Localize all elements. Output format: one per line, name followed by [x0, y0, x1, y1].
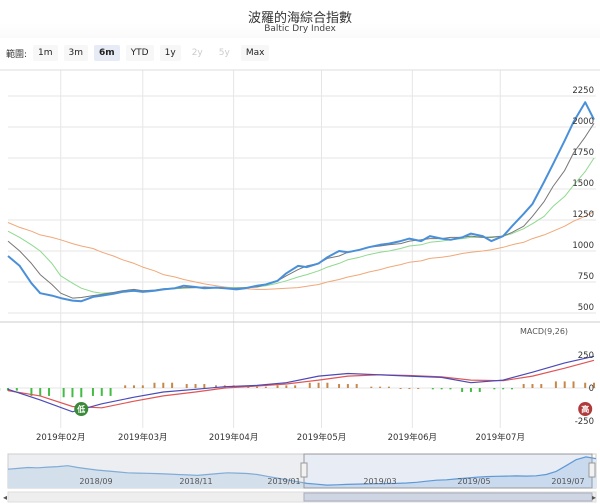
y-tick-label: 500: [578, 303, 594, 313]
ma_mid-series-line[interactable]: [7, 157, 595, 294]
x-tick-label: 2019年06月: [388, 432, 437, 443]
macd-histogram-bar: [478, 388, 481, 392]
macd-histogram-bar: [355, 384, 358, 388]
macd-histogram-bar: [540, 384, 543, 388]
navigator-tick-label: 2018/11: [179, 477, 212, 486]
y-tick-label: 750: [578, 272, 594, 282]
macd-histogram-bar: [440, 388, 443, 390]
macd-histogram-bar: [510, 388, 513, 390]
macd-histogram-bar: [62, 388, 65, 398]
marker-label: 高: [581, 404, 589, 414]
macd-histogram-bar: [256, 386, 259, 388]
macd-histogram-bar: [71, 388, 74, 398]
price-plot[interactable]: [7, 101, 595, 303]
navigator-tick-label: 2019/01: [267, 477, 300, 486]
y-tick-label: 1250: [572, 210, 594, 220]
navigator-tick-label: 2018/09: [79, 477, 112, 486]
macd-histogram-bar: [469, 388, 472, 392]
x-tick-label: 2019年03月: [118, 432, 167, 443]
high-marker[interactable]: 高: [578, 402, 593, 416]
macd-y-tick-label: 250: [578, 351, 594, 361]
macd-histogram-bar: [39, 388, 42, 396]
ma_long-series-line[interactable]: [7, 210, 595, 290]
macd-histogram-bar: [285, 385, 288, 388]
navigator-tick-label: 2019/03: [363, 477, 396, 486]
navigator-selection[interactable]: [303, 453, 593, 489]
macd-histogram-bar: [431, 388, 434, 390]
macd-histogram-bar: [338, 384, 341, 388]
macd-histogram-bar: [461, 388, 464, 392]
navigator-left-handle[interactable]: [300, 462, 308, 478]
y-tick-label: 2250: [572, 86, 594, 96]
macd-histogram-bar: [399, 388, 402, 389]
macd-histogram-bar: [408, 388, 411, 389]
macd-histogram-bar: [572, 381, 575, 388]
macd-histogram-bar: [91, 388, 94, 396]
macd-histogram-bar: [194, 384, 197, 388]
macd-histogram-bar: [132, 385, 135, 388]
chart-canvas: 低高 5007501000125015001750200022502019年02…: [0, 69, 600, 503]
macd-histogram-bar: [153, 382, 156, 388]
macd-histogram-bar: [346, 384, 349, 388]
scrollbar-thumb[interactable]: [303, 492, 593, 502]
navigator[interactable]: 2018/09 2018/11 2019/01 2019/03 2019/05 2019/…: [3, 453, 597, 503]
macd-histogram-bar: [141, 385, 144, 388]
macd-histogram-bar: [522, 384, 525, 388]
low-marker[interactable]: 低: [74, 402, 89, 416]
x-tick-label: 2019年07月: [476, 432, 525, 443]
macd-histogram-bar: [109, 388, 112, 396]
macd-histogram-bar: [294, 385, 297, 388]
macd-histogram-bar: [100, 388, 103, 396]
macd-histogram-bar: [203, 384, 206, 388]
macd-histogram-bar: [317, 382, 320, 388]
macd-series-line[interactable]: [7, 355, 595, 413]
scroll-left-arrow[interactable]: ◂: [3, 493, 7, 502]
macd-histogram-bar: [162, 382, 165, 388]
macd-histogram-bar: [387, 386, 390, 388]
marker-label: 低: [76, 404, 85, 414]
y-tick-label: 1500: [572, 179, 594, 189]
macd-histogram-bar: [15, 388, 18, 391]
macd-histogram-bar: [124, 385, 127, 388]
y-tick-label: 2000: [572, 117, 594, 127]
navigator-right-handle[interactable]: [588, 462, 596, 478]
macd-y-tick-label: -250: [575, 417, 594, 427]
macd-histogram-bar: [584, 382, 587, 388]
signal-series-line[interactable]: [7, 359, 595, 409]
macd-histogram-bar: [379, 386, 382, 388]
macd-histogram-bar: [80, 388, 83, 398]
macd-histogram-bar: [171, 382, 174, 388]
x-tick-label: 2019年04月: [209, 432, 258, 443]
macd-histogram-bar: [493, 388, 496, 390]
macd-histogram-bar: [276, 385, 279, 388]
grid: [0, 69, 600, 428]
macd-histogram-bar: [417, 388, 420, 389]
navigator-tick-label: 2019/07: [551, 477, 584, 486]
macd-histogram-bar: [264, 386, 267, 388]
macd-histogram-bar: [308, 382, 311, 388]
macd-histogram-bar: [554, 381, 557, 388]
macd-histogram-bar: [326, 382, 329, 388]
macd-histogram-bar: [449, 388, 452, 390]
ma_short-series-line[interactable]: [7, 123, 595, 299]
scroll-right-arrow[interactable]: ▸: [592, 493, 596, 502]
macd-plot[interactable]: 低高: [0, 355, 600, 416]
navigator-mask-left: [8, 454, 304, 488]
macd-histogram-bar: [563, 381, 566, 388]
macd-y-tick-label: 0: [589, 384, 594, 394]
macd-histogram-bar: [370, 386, 373, 388]
navigator-tick-label: 2019/05: [457, 477, 490, 486]
macd-histogram-bar: [185, 384, 188, 388]
x-tick-label: 2019年05月: [297, 432, 346, 443]
price-series-line[interactable]: [7, 101, 595, 303]
macd-label: MACD(9,26): [520, 327, 568, 336]
y-tick-label: 1750: [572, 148, 594, 158]
y-tick-label: 1000: [572, 241, 594, 251]
macd-histogram-bar: [531, 384, 534, 388]
macd-histogram-bar: [48, 388, 51, 396]
x-tick-label: 2019年02月: [36, 432, 85, 443]
macd-histogram-bar: [502, 388, 505, 390]
